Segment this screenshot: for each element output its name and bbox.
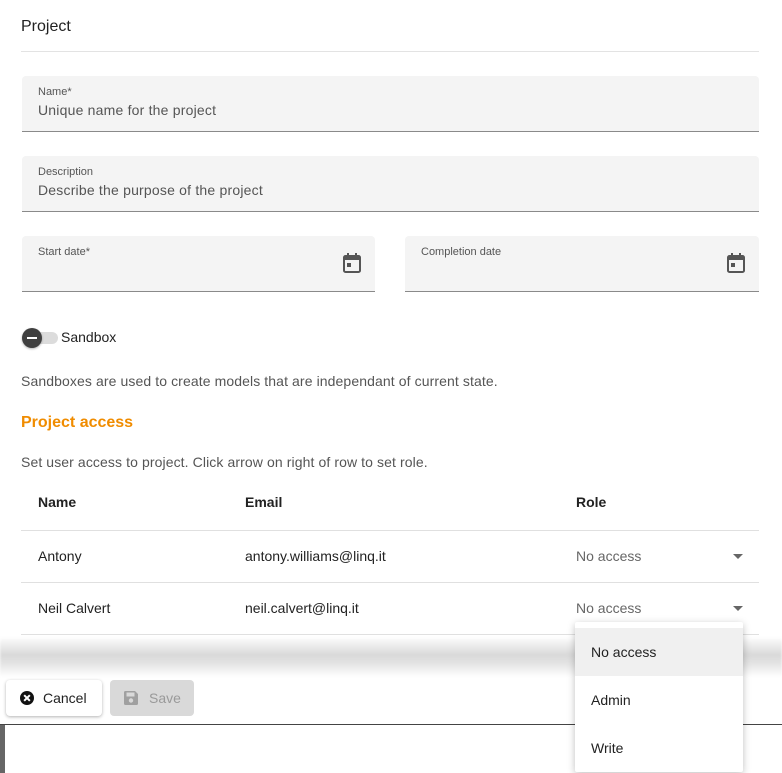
arrow-drop-down-icon[interactable] [733, 554, 743, 559]
calendar-icon[interactable] [343, 253, 361, 273]
column-header-name: Name [38, 494, 77, 510]
description-field-label: Description [38, 166, 94, 178]
role-select[interactable]: No access [576, 600, 641, 616]
description-field[interactable]: Description Describe the purpose of the … [22, 156, 759, 212]
menu-item-no-access[interactable]: No access [575, 628, 743, 676]
calendar-icon[interactable] [727, 253, 745, 273]
panel-edge [0, 725, 5, 773]
title-divider [21, 51, 759, 52]
completion-date-field[interactable]: Completion date [405, 236, 759, 292]
menu-item-admin[interactable]: Admin [575, 676, 743, 724]
role-dropdown-menu: No access Admin Write [575, 622, 743, 772]
user-name: Antony [38, 548, 82, 564]
start-date-label: Start date* [38, 246, 90, 258]
project-access-title: Project access [21, 414, 134, 431]
project-access-help-text: Set user access to project. Click arrow … [21, 454, 428, 470]
name-field-placeholder: Unique name for the project [38, 102, 217, 118]
completion-date-label: Completion date [421, 246, 502, 258]
save-button[interactable]: Save [110, 680, 194, 716]
sandbox-label: Sandbox [61, 329, 117, 345]
toggle-knob[interactable] [22, 328, 42, 348]
cancel-icon [20, 691, 34, 705]
name-field[interactable]: Name* Unique name for the project [22, 76, 759, 132]
sandbox-help-text: Sandboxes are used to create models that… [21, 373, 498, 389]
user-email: neil.calvert@linq.it [245, 600, 359, 616]
menu-item-write[interactable]: Write [575, 724, 743, 772]
page-title: Project [21, 18, 71, 35]
cancel-button[interactable]: Cancel [6, 680, 102, 716]
save-icon [124, 691, 138, 705]
description-field-placeholder: Describe the purpose of the project [38, 182, 263, 198]
column-header-role: Role [576, 494, 607, 510]
column-header-email: Email [245, 494, 283, 510]
start-date-field[interactable]: Start date* [22, 236, 375, 292]
user-name: Neil Calvert [38, 600, 111, 616]
table-header-divider [21, 530, 759, 531]
row-divider [21, 582, 759, 583]
name-field-label: Name* [38, 86, 72, 98]
cancel-button-label: Cancel [43, 690, 87, 706]
role-select[interactable]: No access [576, 548, 641, 564]
user-email: antony.williams@linq.it [245, 548, 386, 564]
save-button-label: Save [149, 690, 181, 706]
arrow-drop-down-icon[interactable] [733, 606, 743, 611]
sandbox-toggle[interactable] [22, 328, 58, 348]
